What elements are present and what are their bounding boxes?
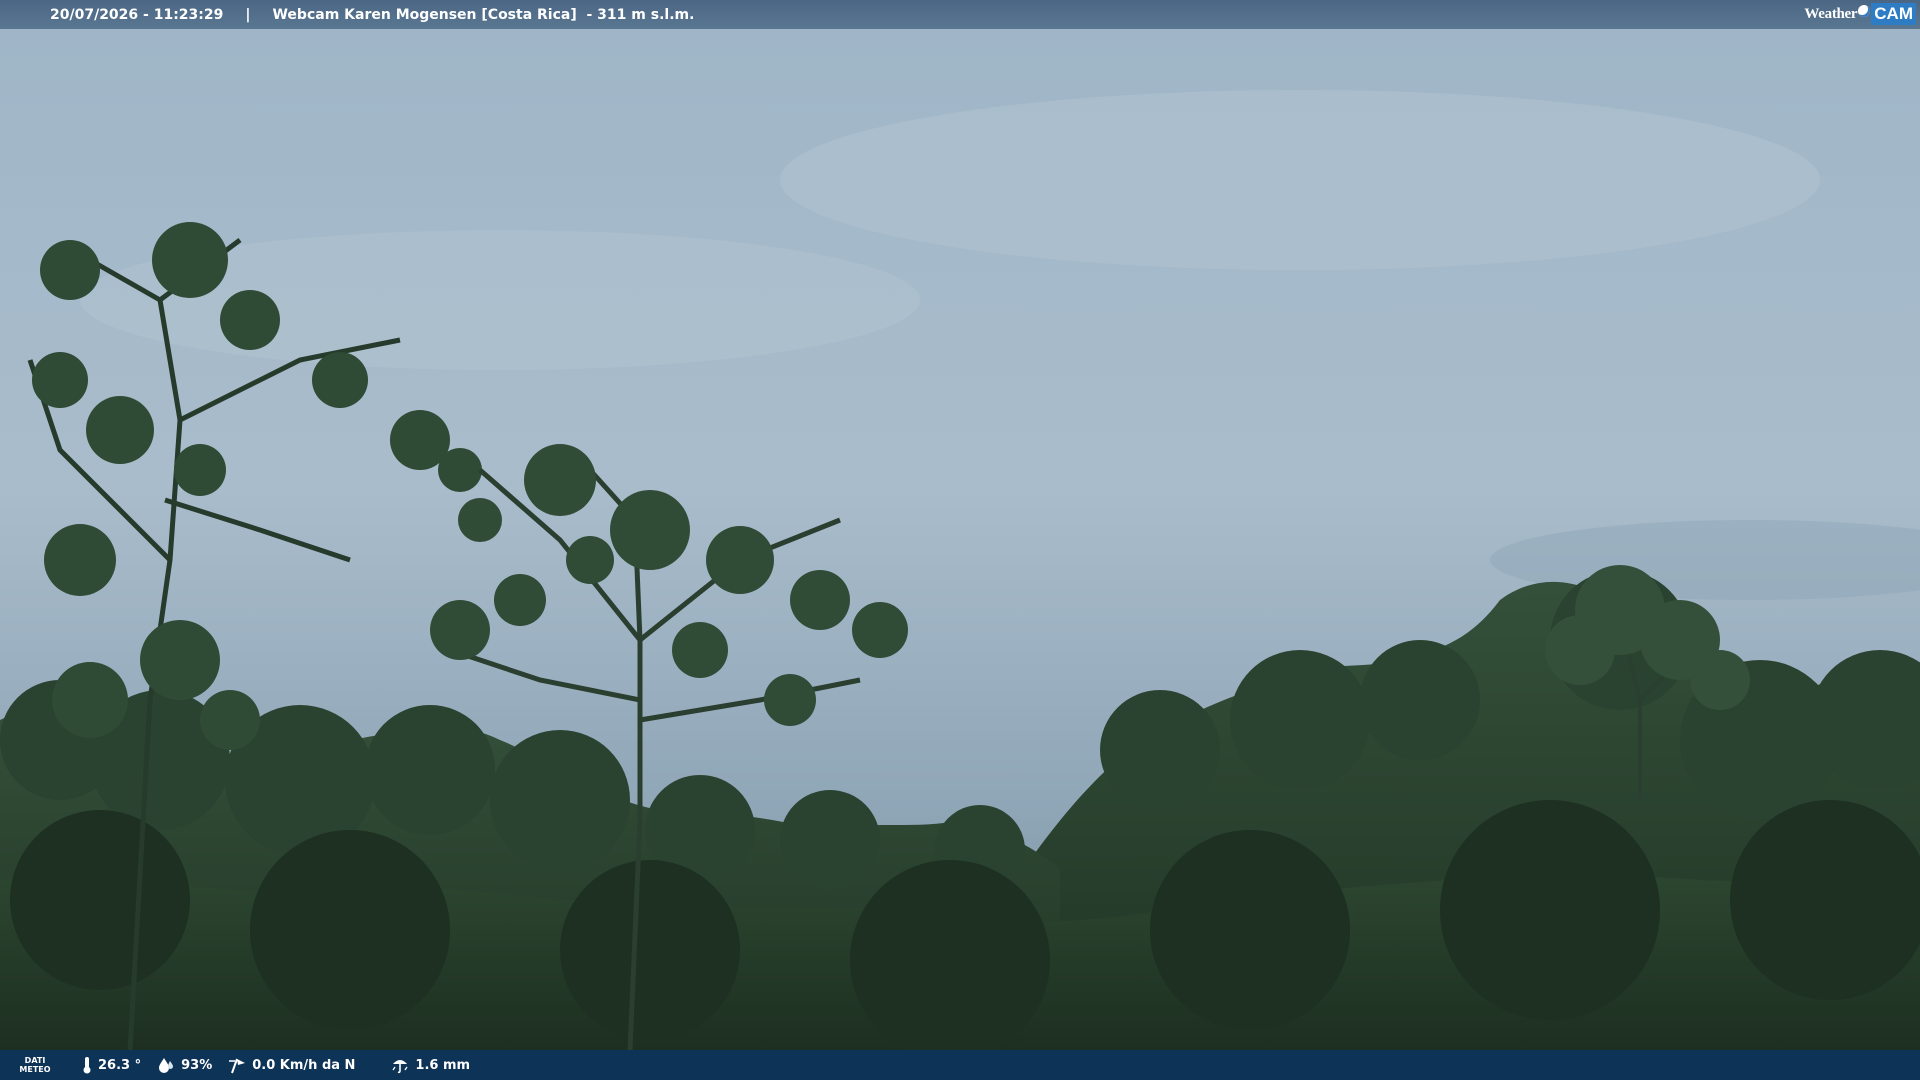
separator: | xyxy=(245,6,251,23)
logo-text-cam: CAM xyxy=(1871,3,1916,25)
wind-icon xyxy=(229,1058,246,1074)
temperature-stat: 26.3 ° xyxy=(82,1056,141,1074)
webcam-title: Webcam Karen Mogensen [Costa Rica] - 311… xyxy=(272,6,695,23)
wind-value: 0.0 Km/h da N xyxy=(252,1057,356,1073)
header-text-group: 20/07/2026 - 11:23:29 | Webcam Karen Mog… xyxy=(50,7,694,23)
logo-text-weather: Weather xyxy=(1804,5,1858,22)
datetime: 20/07/2026 - 11:23:29 xyxy=(50,6,224,23)
weather-data-label-line1: DATI xyxy=(24,1056,46,1065)
weather-data-bar: DATI METEO 26.3 ° 93% 0.0 Km/h da N 1.6 … xyxy=(0,1050,1920,1080)
humidity-value: 93% xyxy=(181,1057,213,1073)
top-info-bar: 20/07/2026 - 11:23:29 | Webcam Karen Mog… xyxy=(0,0,1920,29)
rain-icon xyxy=(392,1060,408,1074)
temperature-value: 26.3 ° xyxy=(98,1057,142,1073)
wind-stat: 0.0 Km/h da N xyxy=(228,1056,355,1074)
rain-value: 1.6 mm xyxy=(415,1057,471,1073)
webcam-image xyxy=(0,0,1920,1080)
rain-stat: 1.6 mm xyxy=(391,1056,470,1074)
humidity-stat: 93% xyxy=(157,1056,212,1074)
logo-dot-icon xyxy=(1858,5,1871,17)
weather-data-label-line2: METEO xyxy=(19,1065,51,1074)
cloud xyxy=(780,90,1820,270)
weather-data-label: DATI METEO xyxy=(12,1056,58,1074)
thermometer-icon xyxy=(83,1057,91,1074)
humidity-drop-icon xyxy=(159,1058,174,1073)
weathercam-logo: Weather CAM xyxy=(1804,3,1916,25)
